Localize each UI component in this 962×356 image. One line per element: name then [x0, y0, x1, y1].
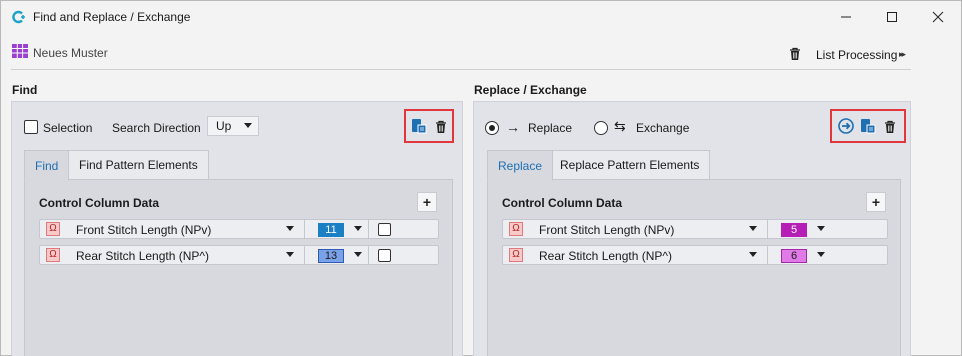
pattern-grid-icon: [12, 44, 28, 58]
replace-mode-radio[interactable]: [485, 121, 499, 135]
row-divider: [368, 220, 369, 238]
chevron-down-icon[interactable]: [286, 226, 294, 231]
row-divider: [767, 246, 768, 264]
row-divider: [767, 220, 768, 238]
search-direction-label: Search Direction: [112, 121, 201, 135]
find-delete-button[interactable]: [433, 119, 449, 135]
replace-copy-button[interactable]: [860, 118, 876, 134]
chevron-down-icon: [244, 123, 252, 128]
chevron-double-right-icon[interactable]: ▸▸: [899, 49, 906, 60]
find-copy-button[interactable]: [411, 118, 427, 134]
find-panel: Selection Search Direction Up Find Find …: [11, 101, 463, 356]
replace-row-value[interactable]: 6: [781, 249, 807, 263]
find-add-row-button[interactable]: +: [417, 192, 437, 212]
find-row-field-dropdown[interactable]: Front Stitch Length (NPv): [76, 223, 211, 237]
replace-row-value[interactable]: 5: [781, 223, 807, 237]
maximize-button[interactable]: [869, 1, 915, 33]
list-processing-trash-icon[interactable]: [788, 47, 802, 61]
close-button[interactable]: [915, 1, 961, 33]
find-control-column-title: Control Column Data: [39, 196, 159, 210]
pattern-name: Neues Muster: [33, 46, 108, 60]
find-row-checkbox[interactable]: [378, 223, 391, 236]
find-replace-window: Find and Replace / Exchange Neues Muster…: [0, 0, 962, 356]
stitch-length-icon: Ω: [46, 222, 60, 236]
stitch-length-icon: Ω: [509, 222, 523, 236]
row-divider: [368, 246, 369, 264]
replace-mode-label: Replace: [528, 121, 573, 135]
title-bar: Find and Replace / Exchange: [1, 1, 961, 33]
replace-panel: → Replace ⇆ Exchange Replace Replace Pat…: [473, 101, 911, 356]
replace-row-rear-stitch: Ω Rear Stitch Length (NP^) 6: [502, 245, 888, 265]
search-direction-dropdown[interactable]: Up: [207, 116, 259, 136]
stitch-length-icon: Ω: [46, 248, 60, 262]
replace-control-column-area: Control Column Data + Ω Front Stitch Len…: [487, 179, 901, 356]
find-row-front-stitch: Ω Front Stitch Length (NPv) 11: [39, 219, 439, 239]
search-direction-value: Up: [216, 119, 232, 133]
selection-label: Selection: [43, 121, 93, 135]
row-divider: [304, 220, 305, 238]
find-row-rear-stitch: Ω Rear Stitch Length (NP^) 13: [39, 245, 439, 265]
chevron-down-icon[interactable]: [286, 252, 294, 257]
chevron-down-icon[interactable]: [749, 252, 757, 257]
trash-icon: [436, 120, 446, 133]
trash-icon: [885, 120, 895, 133]
chevron-down-icon[interactable]: [817, 226, 825, 231]
tab-find[interactable]: Find: [24, 150, 70, 181]
exchange-mode-label: Exchange: [636, 121, 690, 135]
app-logo-icon: [12, 10, 25, 24]
replace-add-row-button[interactable]: +: [866, 192, 886, 212]
find-control-column-area: Control Column Data + Ω Front Stitch Len…: [24, 179, 453, 356]
replace-apply-button[interactable]: [838, 118, 854, 134]
chevron-down-icon[interactable]: [354, 226, 362, 231]
find-row-value[interactable]: 11: [318, 223, 344, 237]
tab-replace[interactable]: Replace: [487, 150, 554, 181]
maximize-icon: [887, 12, 897, 22]
tab-replace-pattern-elements[interactable]: Replace Pattern Elements: [549, 150, 711, 180]
replace-delete-button[interactable]: [882, 119, 898, 135]
list-processing-button[interactable]: List Processing: [816, 48, 897, 62]
arrow-right-icon: →: [506, 119, 520, 135]
row-divider: [304, 246, 305, 264]
chevron-down-icon[interactable]: [354, 252, 362, 257]
toolbar-divider: [11, 69, 911, 70]
clipboard-copy-icon: [412, 119, 427, 134]
find-row-field-dropdown[interactable]: Rear Stitch Length (NP^): [76, 249, 209, 263]
replace-row-field-dropdown[interactable]: Rear Stitch Length (NP^): [539, 249, 672, 263]
clipboard-copy-icon: [861, 119, 876, 134]
tab-find-pattern-elements[interactable]: Find Pattern Elements: [68, 150, 209, 180]
exchange-arrows-icon: ⇆: [614, 118, 626, 134]
arrow-circle-right-icon: [838, 118, 854, 134]
stitch-length-icon: Ω: [509, 248, 523, 262]
replace-control-column-title: Control Column Data: [502, 196, 622, 210]
find-row-value[interactable]: 13: [318, 249, 344, 263]
chevron-down-icon[interactable]: [817, 252, 825, 257]
replace-section-title: Replace / Exchange: [474, 83, 587, 97]
selection-checkbox[interactable]: [24, 120, 38, 134]
close-icon: [932, 11, 944, 23]
chevron-down-icon[interactable]: [749, 226, 757, 231]
find-section-title: Find: [12, 83, 38, 97]
replace-row-field-dropdown[interactable]: Front Stitch Length (NPv): [539, 223, 674, 237]
replace-row-front-stitch: Ω Front Stitch Length (NPv) 5: [502, 219, 888, 239]
exchange-mode-radio[interactable]: [594, 121, 608, 135]
minimize-icon: [841, 16, 851, 18]
window-title: Find and Replace / Exchange: [33, 10, 191, 24]
minimize-button[interactable]: [823, 1, 869, 33]
find-row-checkbox[interactable]: [378, 249, 391, 262]
